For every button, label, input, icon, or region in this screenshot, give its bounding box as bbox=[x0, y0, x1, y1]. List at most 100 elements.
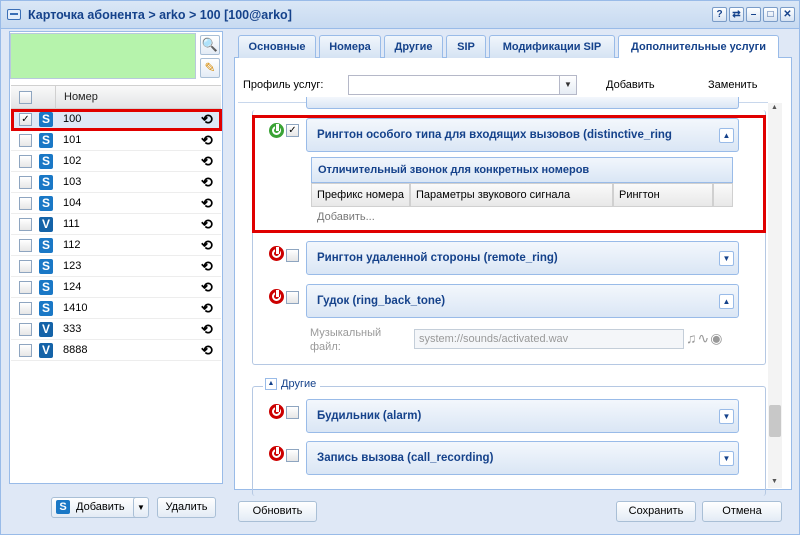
maximize-icon[interactable]: □ bbox=[763, 7, 778, 22]
row-checkbox[interactable] bbox=[19, 176, 32, 189]
power-off-icon[interactable] bbox=[269, 289, 284, 304]
row-checkbox[interactable] bbox=[19, 302, 32, 315]
row-checkbox[interactable] bbox=[19, 197, 32, 210]
number-cell: 8888 bbox=[63, 344, 88, 356]
power-off-icon[interactable] bbox=[269, 404, 284, 419]
remote-ring-checkbox[interactable] bbox=[286, 249, 299, 262]
table-row[interactable]: S 124 ⟲ bbox=[11, 277, 221, 298]
alarm-section[interactable]: Будильник (alarm) ▼ bbox=[306, 399, 739, 433]
selected-row-highlight bbox=[11, 109, 222, 131]
row-checkbox[interactable] bbox=[19, 155, 32, 168]
table-row[interactable]: S 102 ⟲ bbox=[11, 151, 221, 172]
row-checkbox[interactable] bbox=[19, 134, 32, 147]
reset-icon[interactable]: ⟲ bbox=[201, 153, 213, 170]
row-checkbox[interactable] bbox=[19, 260, 32, 273]
reset-icon[interactable]: ⟲ bbox=[201, 300, 213, 317]
waveform-icon[interactable]: ∿ bbox=[698, 330, 711, 346]
chevron-down-icon[interactable]: ▼ bbox=[559, 76, 576, 94]
others-legend-label: Другие bbox=[281, 378, 317, 390]
call-recording-checkbox[interactable] bbox=[286, 449, 299, 462]
grid-header: Номер bbox=[11, 85, 221, 109]
search-icon[interactable]: 🔍 bbox=[200, 35, 220, 55]
tab-other[interactable]: Другие bbox=[384, 35, 443, 58]
table-row[interactable]: S 112 ⟲ bbox=[11, 235, 221, 256]
table-row[interactable]: V 111 ⟲ bbox=[11, 214, 221, 235]
reset-icon[interactable]: ⟲ bbox=[201, 279, 213, 296]
power-off-icon[interactable] bbox=[269, 446, 284, 461]
title-bar[interactable]: Карточка абонента > arko > 100 [100@arko… bbox=[1, 1, 799, 29]
table-row[interactable]: S 101 ⟲ bbox=[11, 130, 221, 151]
cancel-button[interactable]: Отмена bbox=[702, 501, 782, 522]
table-row[interactable]: V 8888 ⟲ bbox=[11, 340, 221, 361]
reset-icon[interactable]: ⟲ bbox=[201, 132, 213, 149]
edit-icon[interactable]: ✎ bbox=[200, 58, 220, 78]
tab-numbers[interactable]: Номера bbox=[319, 35, 381, 58]
reset-icon[interactable]: ⟲ bbox=[201, 321, 213, 338]
tab-additional-services[interactable]: Дополнительные услуги bbox=[618, 35, 779, 59]
call-recording-section[interactable]: Запись вызова (call_recording) ▼ bbox=[306, 441, 739, 475]
ring-back-checkbox[interactable] bbox=[286, 291, 299, 304]
select-all-checkbox[interactable] bbox=[19, 91, 32, 104]
table-row[interactable]: V 333 ⟲ bbox=[11, 319, 221, 340]
refresh-button[interactable]: Обновить bbox=[238, 501, 317, 522]
sip-type-icon: S bbox=[39, 280, 53, 295]
expand-icon[interactable]: ▼ bbox=[719, 409, 734, 424]
sip-type-icon: S bbox=[39, 259, 53, 274]
save-button[interactable]: Сохранить bbox=[616, 501, 696, 522]
sip-type-icon: S bbox=[39, 154, 53, 169]
minimize-icon[interactable]: – bbox=[746, 7, 761, 22]
table-row[interactable]: S 1410 ⟲ bbox=[11, 298, 221, 319]
others-legend[interactable]: ▲ Другие bbox=[263, 378, 321, 391]
reset-icon[interactable]: ⟲ bbox=[201, 195, 213, 212]
reset-icon[interactable]: ⟲ bbox=[201, 258, 213, 275]
close-icon[interactable]: ✕ bbox=[780, 7, 795, 22]
reset-icon[interactable]: ⟲ bbox=[201, 342, 213, 359]
ring-back-section[interactable]: Гудок (ring_back_tone) ▲ bbox=[306, 284, 739, 318]
refresh-icon[interactable]: ⇄ bbox=[729, 7, 744, 22]
expand-icon[interactable]: ▼ bbox=[719, 251, 734, 266]
service-profile-select[interactable]: ▼ bbox=[348, 75, 577, 95]
speaker-icon[interactable]: ◉ bbox=[710, 330, 723, 346]
scroll-up-icon[interactable]: ▲ bbox=[771, 104, 778, 111]
reset-icon[interactable]: ⟲ bbox=[201, 216, 213, 233]
add-dropdown-arrow[interactable]: ▼ bbox=[133, 497, 149, 518]
ring-back-title: Гудок (ring_back_tone) bbox=[317, 295, 446, 307]
remote-ring-section[interactable]: Рингтон удаленной стороны (remote_ring) … bbox=[306, 241, 739, 275]
subscriber-info-box bbox=[10, 33, 196, 79]
expand-icon[interactable]: ▼ bbox=[719, 451, 734, 466]
power-off-icon[interactable] bbox=[269, 246, 284, 261]
tab-sip-modifications[interactable]: Модификации SIP bbox=[489, 35, 615, 58]
profile-add-button[interactable]: Добавить bbox=[606, 79, 655, 91]
column-number[interactable]: Номер bbox=[55, 86, 98, 109]
table-row[interactable]: S 104 ⟲ bbox=[11, 193, 221, 214]
sip-type-icon: S bbox=[39, 133, 53, 148]
music-note-icon[interactable]: ♫ bbox=[686, 330, 698, 346]
collapse-icon[interactable]: ▲ bbox=[719, 294, 734, 309]
collapse-icon[interactable]: ▲ bbox=[265, 378, 277, 391]
distinctive-section-highlight bbox=[252, 115, 766, 233]
music-file-label-line2: файл: bbox=[310, 341, 341, 353]
remote-ring-title: Рингтон удаленной стороны (remote_ring) bbox=[317, 252, 558, 264]
row-checkbox[interactable] bbox=[19, 239, 32, 252]
tab-sip[interactable]: SIP bbox=[446, 35, 486, 58]
row-checkbox[interactable] bbox=[19, 281, 32, 294]
voice-type-icon: V bbox=[39, 322, 53, 337]
profile-replace-button[interactable]: Заменить bbox=[708, 79, 757, 91]
music-file-input[interactable]: system://sounds/activated.wav bbox=[414, 329, 684, 349]
reset-icon[interactable]: ⟲ bbox=[201, 237, 213, 254]
scrollbar-thumb[interactable] bbox=[769, 405, 781, 437]
window-title: Карточка абонента > arko > 100 [100@arko… bbox=[28, 8, 292, 22]
number-cell: 111 bbox=[63, 218, 80, 230]
alarm-checkbox[interactable] bbox=[286, 406, 299, 419]
row-checkbox[interactable] bbox=[19, 323, 32, 336]
table-row[interactable]: S 103 ⟲ bbox=[11, 172, 221, 193]
reset-icon[interactable]: ⟲ bbox=[201, 174, 213, 191]
delete-button[interactable]: Удалить bbox=[157, 497, 216, 518]
table-row[interactable]: S 123 ⟲ bbox=[11, 256, 221, 277]
number-cell: 104 bbox=[63, 197, 82, 209]
tab-main[interactable]: Основные bbox=[238, 35, 316, 58]
row-checkbox[interactable] bbox=[19, 344, 32, 357]
row-checkbox[interactable] bbox=[19, 218, 32, 231]
scroll-down-icon[interactable]: ▼ bbox=[771, 478, 778, 485]
help-icon[interactable]: ? bbox=[712, 7, 727, 22]
